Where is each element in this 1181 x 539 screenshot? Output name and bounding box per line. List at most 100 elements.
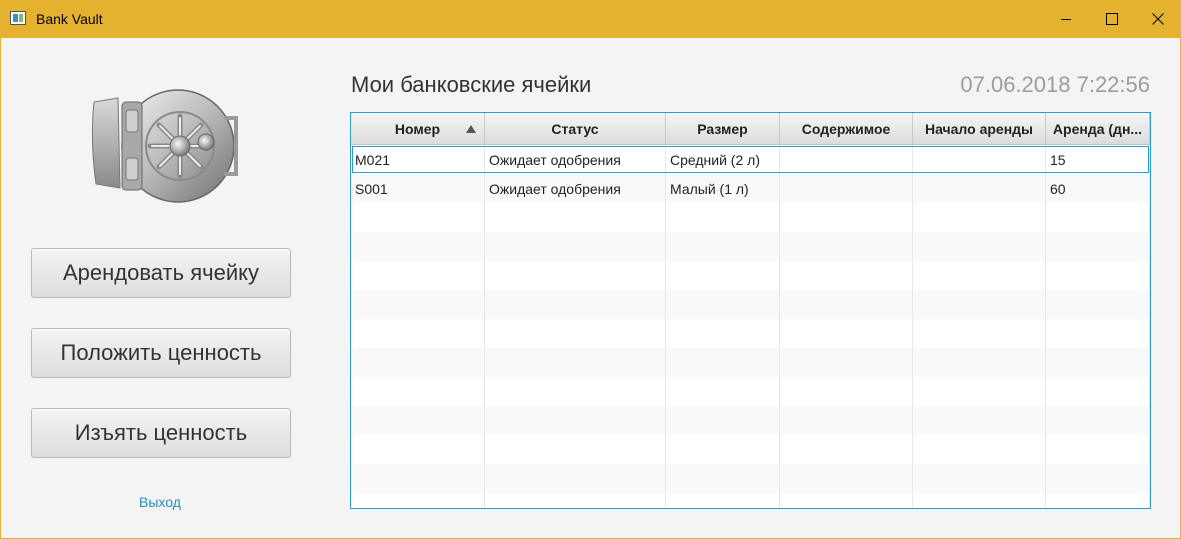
table-cell [666,464,780,493]
table-cell [1046,464,1150,493]
column-header-contents[interactable]: Содержимое [780,113,913,144]
empty-table-row [351,203,1150,232]
table-cell: Ожидает одобрения [485,145,666,174]
column-header-status[interactable]: Статус [485,113,666,144]
table-cell [666,232,780,261]
table-cell [351,203,485,232]
table-cell [485,319,666,348]
table-cell [780,377,913,406]
column-header-rent-start[interactable]: Начало аренды [913,113,1046,144]
table-row[interactable]: M021 Ожидает одобрения Средний (2 л) 15 [351,145,1150,174]
table-cell [1046,290,1150,319]
table-cell [780,232,913,261]
table-cell [780,348,913,377]
table-cell [1046,493,1150,508]
table-cell [485,261,666,290]
table-cell [351,406,485,435]
table-cell: S001 [351,174,485,203]
table-cell [1046,261,1150,290]
empty-table-row [351,261,1150,290]
table-cell [351,290,485,319]
app-icon [10,11,26,25]
table-cell [913,232,1046,261]
table-cell [913,261,1046,290]
empty-table-row [351,493,1150,508]
table-cell [666,348,780,377]
table-cell [351,493,485,508]
title-bar: Bank Vault [0,0,1181,38]
page-title: Мои банковские ячейки [351,72,592,97]
table-cell [913,435,1046,464]
table-cell [666,203,780,232]
column-header-rent-days[interactable]: Аренда (дн... [1046,113,1150,144]
table-cell [780,493,913,508]
table-cell [351,232,485,261]
table-cell [780,464,913,493]
table-cell: Малый (1 л) [666,174,780,203]
empty-table-row [351,348,1150,377]
sort-ascending-icon [466,125,476,133]
table-cell [485,406,666,435]
table-cell [485,232,666,261]
table-cell [666,493,780,508]
table-cell [913,406,1046,435]
table-cell [913,145,1046,174]
empty-table-row [351,464,1150,493]
table-cell [1046,348,1150,377]
table-cell [913,203,1046,232]
column-header-number[interactable]: Номер [351,113,485,144]
deposit-valuable-button[interactable]: Положить ценность [31,328,291,378]
table-cell [666,290,780,319]
empty-table-row [351,406,1150,435]
table-cell [913,377,1046,406]
window-title: Bank Vault [36,11,103,27]
window-border-left [0,38,1,539]
table-cell [913,174,1046,203]
table-cell [485,464,666,493]
column-header-size[interactable]: Размер [666,113,780,144]
table-cell [351,348,485,377]
empty-table-row [351,377,1150,406]
table-cell [780,261,913,290]
empty-table-row [351,435,1150,464]
table-cell [780,406,913,435]
minimize-icon [1061,19,1071,20]
table-cell [1046,319,1150,348]
table-cell [666,261,780,290]
table-cell [485,377,666,406]
withdraw-valuable-button[interactable]: Изъять ценность [31,408,291,458]
minimize-button[interactable] [1043,0,1089,38]
table-cell [1046,232,1150,261]
table-cell [666,435,780,464]
empty-table-row [351,290,1150,319]
table-row[interactable]: S001 Ожидает одобрения Малый (1 л) 60 [351,174,1150,203]
empty-table-row [351,319,1150,348]
rent-cell-button[interactable]: Арендовать ячейку [31,248,291,298]
table-cell [485,435,666,464]
table-cell [351,261,485,290]
table-cell [485,493,666,508]
maximize-icon [1106,13,1118,25]
table-cell [351,435,485,464]
empty-table-row [351,232,1150,261]
table-cell [780,174,913,203]
close-button[interactable] [1135,0,1181,38]
table-cell [485,290,666,319]
exit-link[interactable]: Выход [139,494,181,510]
table-cell [913,348,1046,377]
table-cell [485,203,666,232]
table-cell [351,377,485,406]
current-datetime: 07.06.2018 7:22:56 [960,72,1150,97]
table-cell [1046,377,1150,406]
table-cell [780,290,913,319]
table-cell [1046,435,1150,464]
table-cell [485,348,666,377]
maximize-button[interactable] [1089,0,1135,38]
table-cell: Ожидает одобрения [485,174,666,203]
table-header: Номер Статус Размер Содержимое Начало ар… [351,113,1150,145]
table-cell [666,406,780,435]
cells-table[interactable]: Номер Статус Размер Содержимое Начало ар… [350,112,1151,509]
table-cell [666,319,780,348]
table-cell [780,319,913,348]
table-cell [666,377,780,406]
